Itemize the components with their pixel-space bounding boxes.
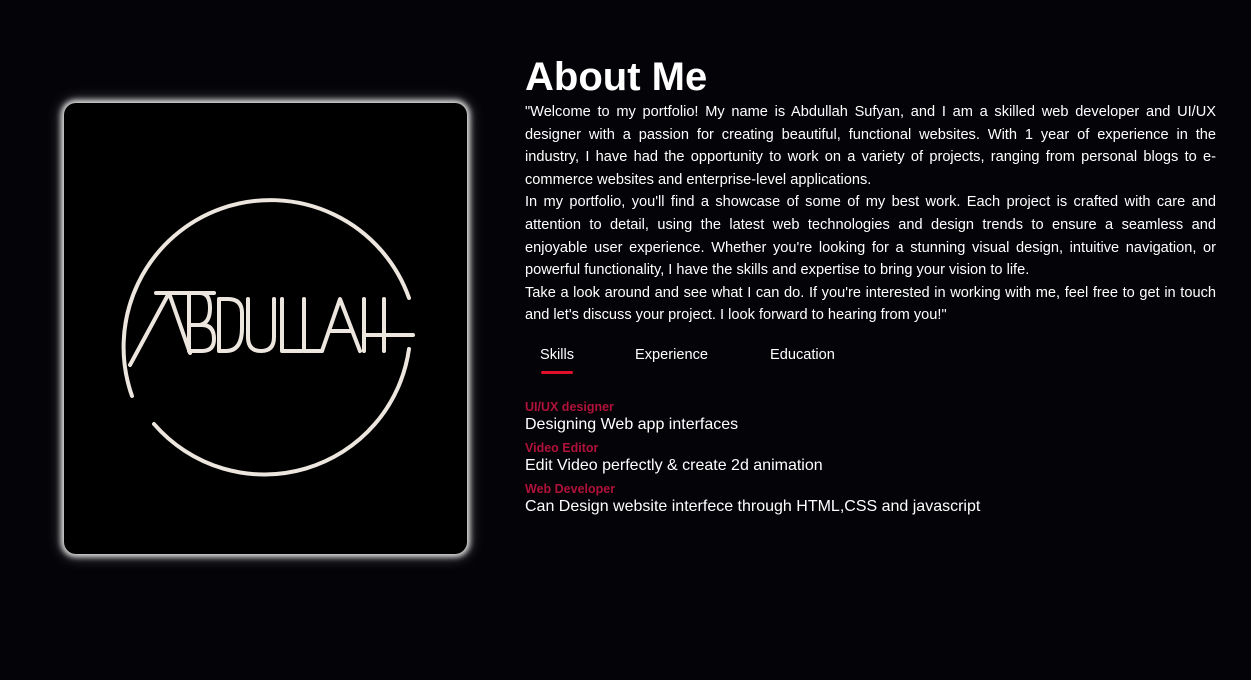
active-tab-indicator xyxy=(541,370,573,374)
logo-letter-h xyxy=(362,297,415,353)
profile-image xyxy=(64,103,467,554)
logo-circle-lower-arc xyxy=(152,347,411,477)
about-bio: "Welcome to my portfolio! My name is Abd… xyxy=(525,101,1216,327)
list-item: UI/UX designer Designing Web app interfa… xyxy=(525,399,1216,436)
abdullah-logo xyxy=(121,198,415,477)
list-item: Web Developer Can Design website interfe… xyxy=(525,481,1216,518)
tab-skills[interactable]: Skills xyxy=(540,347,574,363)
skills-list: UI/UX designer Designing Web app interfa… xyxy=(525,399,1216,518)
skill-description: Designing Web app interfaces xyxy=(525,415,739,433)
logo-letter-u xyxy=(246,297,276,353)
logo-letter-b xyxy=(187,291,216,353)
skill-description: Can Design website interfece through HTM… xyxy=(525,497,981,515)
logo-letter-a2 xyxy=(320,297,362,353)
tab-experience[interactable]: Experience xyxy=(635,347,708,363)
bio-paragraph: In my portfolio, you'll find a showcase … xyxy=(525,194,1216,279)
logo-letter-d xyxy=(217,297,244,353)
list-item: Video Editor Edit Video perfectly & crea… xyxy=(525,440,1216,477)
about-heading: About Me xyxy=(525,55,708,99)
skill-title: Web Developer xyxy=(525,481,616,496)
skill-description: Edit Video perfectly & create 2d animati… xyxy=(525,456,823,474)
skill-title: Video Editor xyxy=(525,440,599,455)
tab-bar: Skills Experience Education xyxy=(525,347,1216,387)
about-content: About Me "Welcome to my portfolio! My na… xyxy=(525,55,1216,524)
skill-title: UI/UX designer xyxy=(525,399,614,414)
about-section: About Me "Welcome to my portfolio! My na… xyxy=(0,0,1251,680)
bio-paragraph: "Welcome to my portfolio! My name is Abd… xyxy=(525,104,1216,188)
logo-letter-a xyxy=(128,291,192,367)
bio-paragraph: Take a look around and see what I can do… xyxy=(525,284,1216,324)
logo-letter-l2 xyxy=(302,297,324,353)
tab-education[interactable]: Education xyxy=(770,347,835,363)
logo-letter-l1 xyxy=(280,297,304,353)
